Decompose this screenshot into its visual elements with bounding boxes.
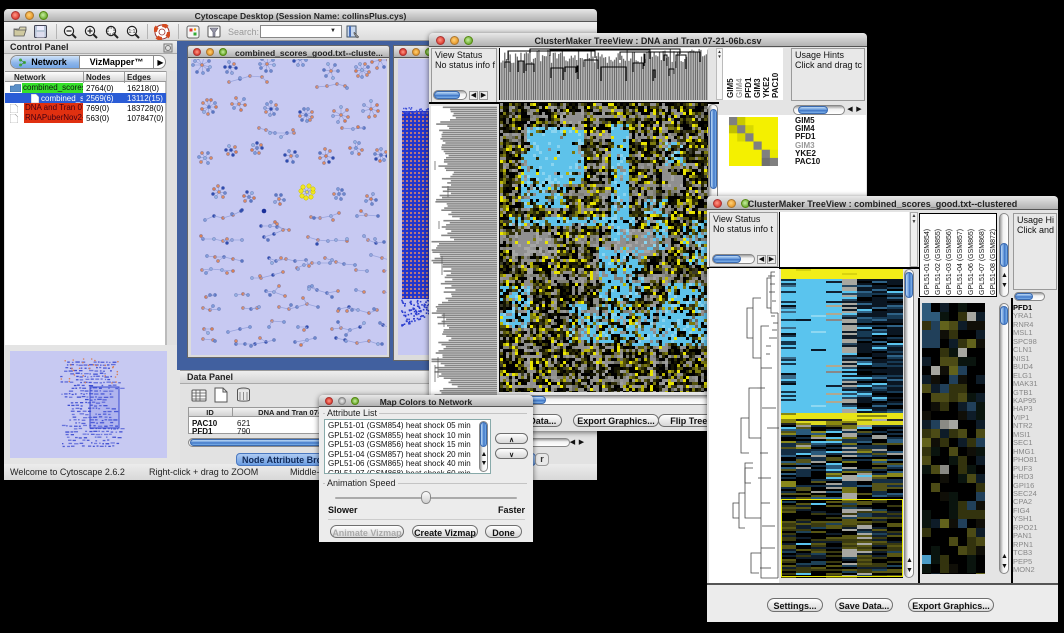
svg-text:1:1: 1:1 — [129, 29, 136, 35]
